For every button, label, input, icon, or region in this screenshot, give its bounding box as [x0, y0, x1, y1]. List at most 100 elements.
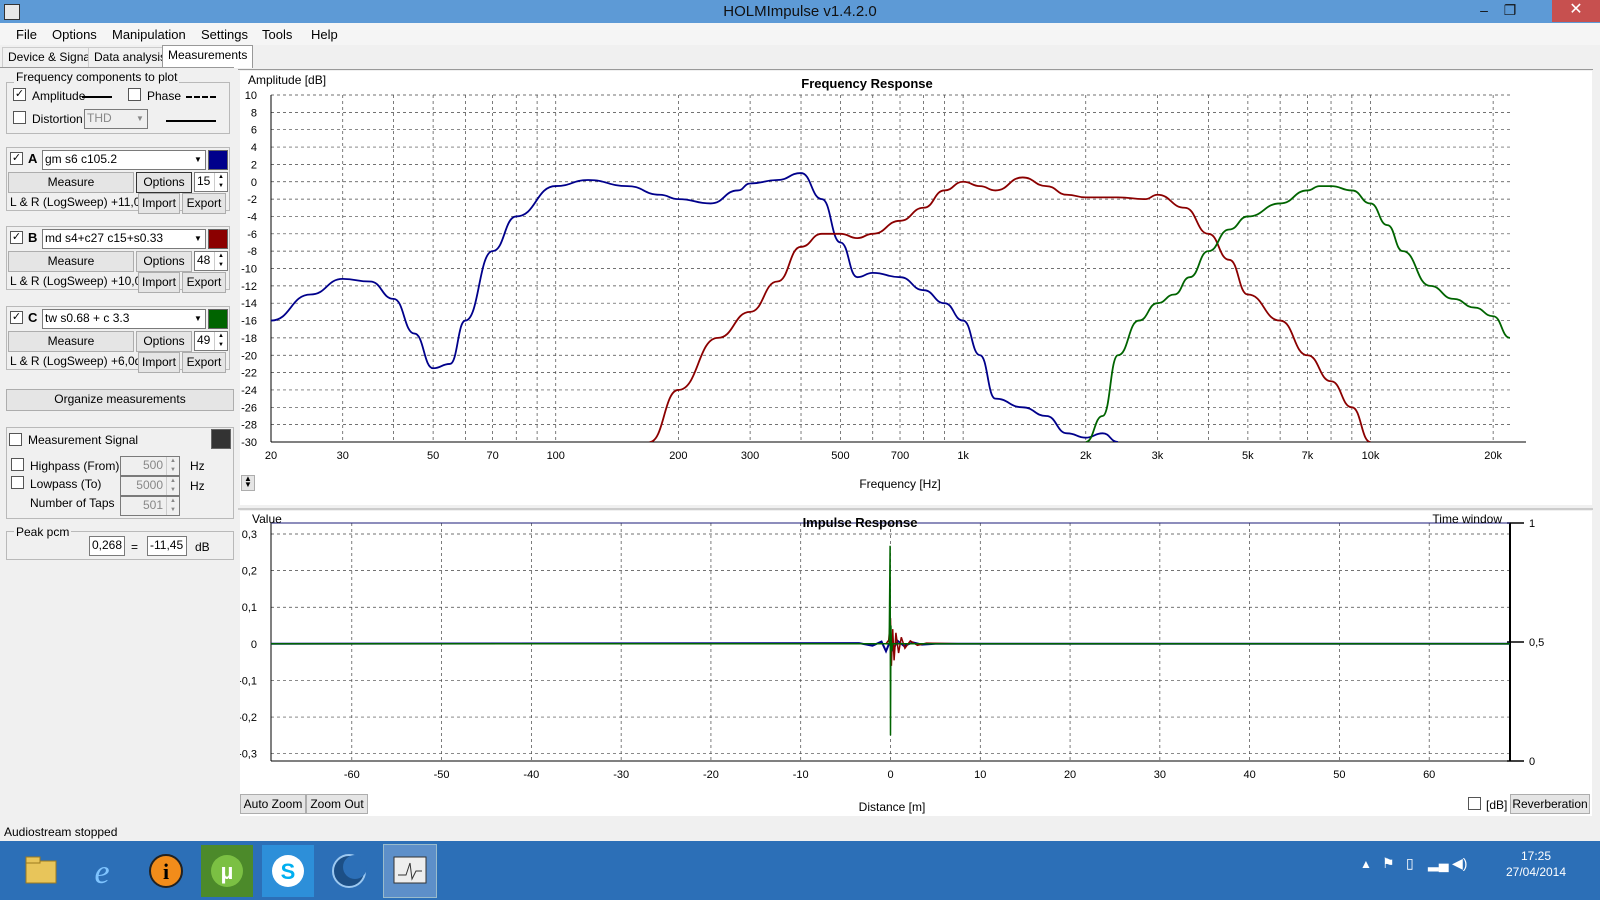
- distortion-checkbox[interactable]: [13, 111, 26, 124]
- smoothing-b-value: 48: [197, 253, 211, 267]
- smoothing-a-spinner[interactable]: 15 ▲ ▼: [194, 172, 228, 192]
- holmimpulse-taskbar-icon[interactable]: [383, 844, 437, 898]
- highpass-value: 500: [142, 458, 163, 472]
- options-b-button[interactable]: Options: [136, 251, 192, 272]
- import-b-button[interactable]: Import: [138, 272, 180, 293]
- explorer-icon[interactable]: [14, 845, 66, 897]
- freq-xtick-label: 700: [891, 450, 909, 462]
- signal-icon[interactable]: ▂▄: [1428, 855, 1449, 872]
- spin-arrows-icon[interactable]: ▲ ▼: [214, 252, 227, 270]
- close-button[interactable]: ✕: [1552, 0, 1600, 22]
- measurement-a-checkbox[interactable]: ✓: [10, 152, 23, 165]
- utorrent-icon[interactable]: µ: [201, 845, 253, 897]
- freq-series-b: [649, 176, 1371, 442]
- tab-measurements[interactable]: Measurements: [162, 45, 254, 68]
- frequency-response-chart[interactable]: 1086420-2-4-6-8-10-12-14-16-18-20-22-24-…: [240, 71, 1592, 505]
- menu-tools[interactable]: Tools: [262, 27, 292, 42]
- measurement-b-select[interactable]: md s4+c27 c15+s0.33 ▼: [42, 229, 206, 249]
- distortion-select[interactable]: THD ▼: [84, 109, 148, 129]
- frequency-plot-panel[interactable]: 10 8 6 4 2 0 -2 -4 -6 -8 -10 -12 -14 -16 -18 -20 -22 -24-…: [240, 71, 1592, 505]
- flag-icon[interactable]: ⚑: [1382, 855, 1395, 872]
- impulse-response-chart[interactable]: 0,3 0,2 0,1 0 -0,1 -0,2 -0,3 -60 -50 -40 -30 -20 -10…: [238, 511, 1592, 816]
- svg-text:i: i: [163, 859, 169, 884]
- measure-b-button[interactable]: Measure: [8, 251, 134, 272]
- measurement-b-color-swatch[interactable]: [208, 229, 228, 249]
- export-c-button[interactable]: Export: [182, 352, 226, 373]
- measurement-signal-checkbox[interactable]: [9, 433, 22, 446]
- menu-settings[interactable]: Settings: [201, 27, 248, 42]
- freq-xtick-label: 10k: [1362, 450, 1380, 462]
- measurement-b-info: L & R (LogSweep) +10,0dB: [10, 274, 156, 288]
- import-a-button[interactable]: Import: [138, 193, 180, 214]
- volume-icon[interactable]: ◀): [1452, 855, 1467, 872]
- options-a-button[interactable]: Options: [136, 172, 192, 193]
- spin-arrows-icon[interactable]: ▲ ▼: [214, 332, 227, 350]
- measurement-signal-swatch[interactable]: [211, 429, 231, 449]
- amplitude-checkbox[interactable]: ✓: [13, 88, 26, 101]
- impulse-plot-panel[interactable]: 0,3 0,2 0,1 0 -0,1 -0,2 -0,3 -60 -50 -40 -30 -20 -10…: [238, 511, 1592, 816]
- smoothing-b-spinner[interactable]: 48 ▲ ▼: [194, 251, 228, 271]
- measurement-c-select[interactable]: tw s0.68 + c 3.3 ▼: [42, 309, 206, 329]
- measurement-a-select[interactable]: gm s6 c105.2 ▼: [42, 150, 206, 170]
- menu-options[interactable]: Options: [52, 27, 97, 42]
- moon-app-icon[interactable]: [323, 845, 375, 897]
- measurement-b-letter: B: [28, 230, 38, 245]
- menu-file[interactable]: File: [16, 27, 37, 42]
- lowpass-spinner[interactable]: 5000 ▲ ▼: [120, 476, 180, 496]
- smoothing-a-value: 15: [197, 174, 211, 188]
- import-c-button[interactable]: Import: [138, 352, 180, 373]
- show-hidden-icons-icon[interactable]: ▲: [1360, 857, 1372, 871]
- skype-icon[interactable]: S: [262, 845, 314, 897]
- zoom-arrows-icon[interactable]: ▲ ▼: [241, 475, 255, 491]
- peak-value-field[interactable]: 0,268: [89, 536, 125, 556]
- smoothing-c-spinner[interactable]: 49 ▲ ▼: [194, 331, 228, 351]
- highpass-checkbox[interactable]: [11, 458, 24, 471]
- time-window-tick-label: 1: [1529, 518, 1535, 530]
- smoothing-c-value: 49: [197, 333, 211, 347]
- plot-splitter[interactable]: [238, 508, 1593, 510]
- peak-db-field[interactable]: -11,45: [147, 536, 187, 556]
- internet-explorer-icon[interactable]: e: [76, 845, 128, 897]
- spin-arrows-icon[interactable]: ▲ ▼: [166, 457, 179, 475]
- restore-button[interactable]: ❐: [1496, 0, 1524, 22]
- spin-arrows-icon[interactable]: ▲ ▼: [214, 173, 227, 191]
- phase-checkbox[interactable]: [128, 88, 141, 101]
- options-c-button[interactable]: Options: [136, 331, 192, 352]
- freq-ytick-label: 0: [251, 177, 257, 189]
- measurement-c-checkbox[interactable]: ✓: [10, 311, 23, 324]
- minimize-button[interactable]: –: [1470, 0, 1498, 22]
- lowpass-checkbox[interactable]: [11, 476, 24, 489]
- highpass-spinner[interactable]: 500 ▲ ▼: [120, 456, 180, 476]
- export-a-button[interactable]: Export: [182, 193, 226, 214]
- reverberation-button[interactable]: Reverberation: [1510, 794, 1590, 814]
- spin-arrows-icon[interactable]: ▲ ▼: [166, 477, 179, 495]
- window-title: HOLMImpulse v1.4.2.0: [723, 3, 877, 20]
- freq-xtick-label: 1k: [957, 450, 969, 462]
- tab-device-signal[interactable]: Device & Signal: [2, 47, 99, 68]
- organize-measurements-button[interactable]: Organize measurements: [6, 389, 234, 411]
- menu-help[interactable]: Help: [311, 27, 338, 42]
- spin-arrows-icon[interactable]: ▲ ▼: [166, 497, 179, 515]
- imp-xlabel: Distance [m]: [859, 800, 926, 814]
- tab-data-analysis[interactable]: Data analysis: [88, 47, 173, 68]
- menu-manipulation[interactable]: Manipulation: [112, 27, 186, 42]
- imp-xtick-label: 40: [1244, 769, 1256, 781]
- imp-xtick-label: 20: [1064, 769, 1076, 781]
- clock-time[interactable]: 17:25: [1504, 849, 1568, 863]
- amplitude-label: Amplitude: [32, 89, 86, 103]
- info-app-icon[interactable]: i: [140, 845, 192, 897]
- measure-c-button[interactable]: Measure: [8, 331, 134, 352]
- taps-spinner[interactable]: 501 ▲ ▼: [120, 496, 180, 516]
- auto-zoom-button[interactable]: Auto Zoom: [240, 794, 306, 814]
- measurement-c-color-swatch[interactable]: [208, 309, 228, 329]
- zoom-out-button[interactable]: Zoom Out: [306, 794, 368, 814]
- measurement-b-checkbox[interactable]: ✓: [10, 231, 23, 244]
- lowpass-unit: Hz: [190, 479, 205, 493]
- db-checkbox[interactable]: [1468, 797, 1481, 810]
- measurement-a-color-swatch[interactable]: [208, 150, 228, 170]
- export-b-button[interactable]: Export: [182, 272, 226, 293]
- measure-a-button[interactable]: Measure: [8, 172, 134, 193]
- battery-icon[interactable]: ▯: [1406, 855, 1414, 872]
- freq-ytick-label: -20: [241, 350, 257, 362]
- clock-date[interactable]: 27/04/2014: [1504, 865, 1568, 879]
